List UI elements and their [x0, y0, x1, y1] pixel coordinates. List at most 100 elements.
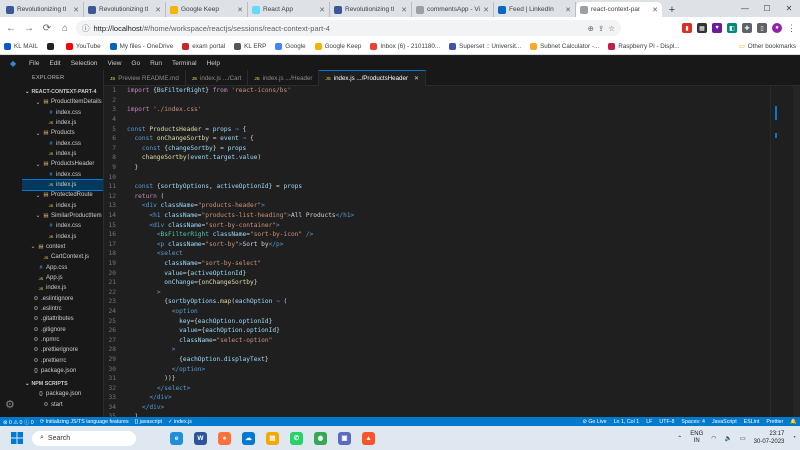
extensions-puzzle-icon[interactable]: ✚	[742, 23, 752, 33]
extension-icon[interactable]: ▦	[697, 23, 707, 33]
project-section-header[interactable]: ⌄ REACT-CONTEXT-PART-4	[22, 86, 103, 97]
tree-item-js[interactable]: JS CartContext.js	[22, 252, 103, 262]
bookmark-item[interactable]: Raspberry Pi - Displ...	[608, 43, 679, 50]
tree-item-folder[interactable]: ⌄ ▤ ProductsHeader	[22, 159, 103, 169]
close-icon[interactable]: ✕	[414, 75, 419, 82]
tree-item-folder[interactable]: ⌄ ▤ ProtectedRoute	[22, 190, 103, 200]
extension-icon[interactable]: ◧	[727, 23, 737, 33]
profile-avatar[interactable]: ●	[772, 23, 782, 33]
status-item[interactable]: Spaces: 4	[681, 419, 705, 425]
tree-item-folder[interactable]: ⌄ ▤ Products	[22, 128, 103, 138]
editor-scrollbar[interactable]	[793, 86, 800, 417]
npm-scripts-section-header[interactable]: ⌄ NPM SCRIPTS	[22, 378, 103, 389]
photos-icon[interactable]: ▣	[338, 431, 351, 445]
bookmark-item[interactable]: KL ERP	[234, 43, 266, 50]
new-tab-button[interactable]: +	[665, 3, 679, 17]
notification-icon[interactable]: ◔	[792, 435, 796, 441]
tree-item-js[interactable]: JS index.js	[22, 283, 103, 293]
chevron-up-icon[interactable]: ⌃	[677, 435, 682, 442]
word-icon[interactable]: W	[194, 431, 207, 445]
tree-item-css[interactable]: # index.css	[22, 169, 103, 179]
close-icon[interactable]: ✕	[401, 6, 407, 14]
address-bar[interactable]: ⓘ http://localhost/#/home/workspace/reac…	[76, 20, 621, 36]
status-item[interactable]: ⊗ 0 ⚠ 0 ⓘ 0	[3, 418, 34, 426]
menu-item-file[interactable]: File	[29, 60, 39, 67]
bookmark-item[interactable]: Google Keep	[314, 43, 361, 50]
info-icon[interactable]: ⓘ	[82, 23, 90, 34]
menu-item-run[interactable]: Run	[150, 60, 162, 67]
status-item[interactable]: JavaScript	[712, 419, 737, 425]
tree-item-cfg[interactable]: ⚙ .gitattributes	[22, 314, 103, 324]
manage-gear-icon[interactable]: ⚙	[5, 398, 15, 411]
browser-tab[interactable]: React App ✕	[248, 2, 330, 17]
edge-icon[interactable]: e	[170, 431, 183, 445]
browser-tab[interactable]: Revolutionizing tl ✕	[330, 2, 412, 17]
bookmark-item[interactable]: YouTube	[65, 43, 101, 50]
tree-item-cfg[interactable]: ⚙ .prettierignore	[22, 345, 103, 355]
other-bookmarks[interactable]: ▭ Other bookmarks	[739, 43, 796, 50]
editor-tab[interactable]: JS index.js .../Header	[248, 70, 320, 86]
zoom-icon[interactable]: ⊕	[588, 24, 594, 33]
share-icon[interactable]: ⇪	[598, 24, 604, 33]
status-item[interactable]: Ln 1, Col 1	[614, 419, 640, 425]
tree-item-css[interactable]: # App.css	[22, 263, 103, 273]
tree-item-folder[interactable]: ⌄ ▤ ProductItemDetails	[22, 97, 103, 107]
code-editor[interactable]: 1 import {BsFilterRight} from 'react-icon…	[104, 86, 770, 417]
tree-item-cfg[interactable]: ⚙ start	[22, 400, 103, 410]
status-item[interactable]: UTF-8	[659, 419, 674, 425]
status-item[interactable]: ✓ index.js	[168, 419, 192, 425]
bookmark-item[interactable]	[46, 43, 57, 50]
status-item[interactable]: {} javascript	[135, 419, 162, 425]
files-icon[interactable]: ▤	[266, 431, 279, 445]
battery-icon[interactable]: ▭	[740, 435, 746, 442]
menu-item-view[interactable]: View	[107, 60, 121, 67]
bookmark-item[interactable]: Subnet Calculator -...	[530, 43, 599, 50]
wifi-icon[interactable]: ◠	[711, 435, 716, 442]
tree-item-folder[interactable]: ⌄ ▤ SimilarProductItem	[22, 211, 103, 221]
close-icon[interactable]: ✕	[565, 6, 571, 14]
reload-button[interactable]: ⟳	[40, 21, 54, 35]
browser-tab[interactable]: Revolutionizing tl ✕	[84, 2, 166, 17]
browser-tab[interactable]: Feed | LinkedIn ✕	[494, 2, 576, 17]
brave-icon[interactable]: ▲	[362, 431, 375, 445]
taskbar-search[interactable]: ⌕ Search	[32, 430, 136, 446]
maximize-button[interactable]: ☐	[756, 0, 778, 17]
bookmark-item[interactable]: Inbox (6) - 2101180...	[370, 43, 440, 50]
menu-item-terminal[interactable]: Terminal	[172, 60, 197, 67]
sidebar-panel-icon[interactable]: ▯	[757, 23, 767, 33]
close-icon[interactable]: ✕	[652, 6, 658, 14]
editor-tab[interactable]: JS index.js .../ProductsHeader ✕	[319, 70, 427, 86]
close-icon[interactable]: ✕	[237, 6, 243, 14]
status-item[interactable]: 🔔	[790, 419, 797, 425]
tree-item-css[interactable]: # index.css	[22, 221, 103, 231]
browser-tab[interactable]: Google Keep ✕	[166, 2, 248, 17]
back-button[interactable]: ←	[4, 21, 18, 35]
tree-item-js[interactable]: JS index.js	[22, 118, 103, 128]
extension-icon[interactable]: ♥	[712, 23, 722, 33]
language-indicator[interactable]: ENG IN	[690, 431, 703, 445]
tree-item-css[interactable]: # index.css	[22, 138, 103, 148]
onedrive-icon[interactable]: ☁	[242, 431, 255, 445]
tree-item-cfg[interactable]: ⚙ .eslintrc	[22, 304, 103, 314]
tree-item-js[interactable]: JS index.js	[22, 200, 103, 210]
tree-item-js[interactable]: JS App.js	[22, 273, 103, 283]
minimize-button[interactable]: —	[734, 0, 756, 17]
bookmark-item[interactable]: exam portal	[182, 43, 225, 50]
close-icon[interactable]: ✕	[319, 6, 325, 14]
tree-item-json[interactable]: {} package.json	[22, 389, 103, 399]
bookmark-item[interactable]: My files - OneDrive	[109, 43, 173, 50]
close-icon[interactable]: ✕	[483, 6, 489, 14]
chrome-icon[interactable]: ◉	[314, 431, 327, 445]
tree-item-js[interactable]: JS index.js	[22, 231, 103, 241]
forward-button[interactable]: →	[22, 21, 36, 35]
home-button[interactable]: ⌂	[58, 21, 72, 35]
browser-tab[interactable]: commentsApp - Vi ✕	[412, 2, 494, 17]
status-item[interactable]: Prettier	[766, 419, 783, 425]
whatsapp-icon[interactable]: ✆	[290, 431, 303, 445]
status-item[interactable]: LF	[646, 419, 652, 425]
close-icon[interactable]: ✕	[155, 6, 161, 14]
bookmark-item[interactable]: Google	[275, 43, 306, 50]
tree-item-cfg[interactable]: ⚙ .prettierrc	[22, 356, 103, 366]
bookmark-star-icon[interactable]: ☆	[608, 24, 615, 33]
minimap[interactable]	[770, 86, 800, 417]
